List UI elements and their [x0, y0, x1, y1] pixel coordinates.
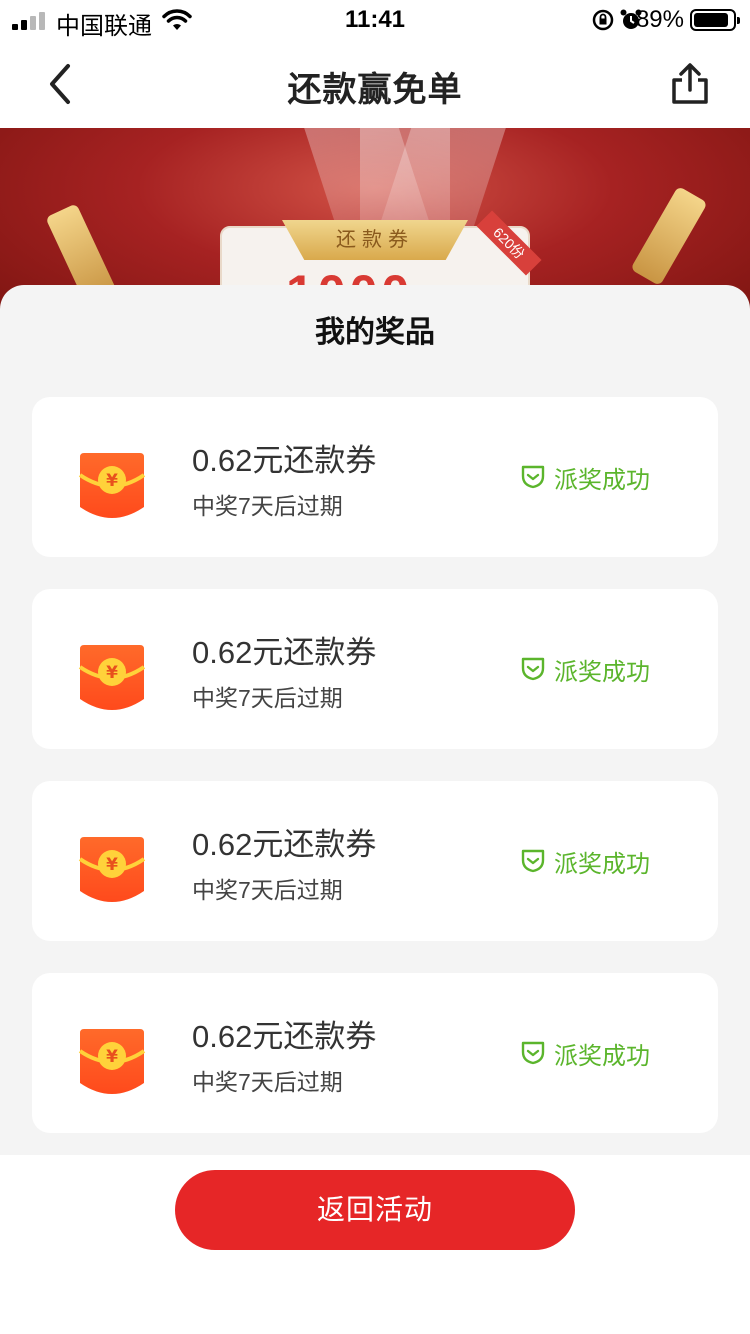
prize-card: ¥ 0.62元还款券 中奖7天后过期 派奖成功 [32, 973, 718, 1133]
ticket-label: 还款券 [282, 220, 468, 260]
share-icon[interactable] [666, 60, 714, 108]
prize-status-label: 派奖成功 [554, 467, 650, 494]
red-envelope-icon: ¥ [78, 453, 146, 518]
page: 中国联通 11:41 89% 还款赢免单 还款券 620份 我的奖品 ¥ 0.6… [0, 0, 750, 1334]
prize-status-label: 派奖成功 [554, 659, 650, 686]
return-to-activity-button[interactable]: 返回活动 [175, 1170, 575, 1250]
svg-text:¥: ¥ [106, 1047, 118, 1067]
red-envelope-icon: ¥ [78, 1029, 146, 1094]
shield-check-icon [521, 465, 545, 489]
page-title: 还款赢免单 [287, 71, 463, 109]
prize-expiry: 中奖7天后过期 [192, 877, 343, 903]
status-bar: 中国联通 11:41 89% [0, 0, 750, 40]
prize-status-label: 派奖成功 [554, 851, 650, 878]
prize-sheet: 我的奖品 ¥ 0.62元还款券 中奖7天后过期 派奖成功 ¥ 0.62元还款券 … [0, 285, 750, 1155]
nav-bar: 还款赢免单 [0, 40, 750, 128]
prize-name: 0.62元还款券 [192, 1019, 377, 1054]
shield-check-icon [521, 1041, 545, 1065]
prize-name: 0.62元还款券 [192, 827, 377, 862]
prize-card: ¥ 0.62元还款券 中奖7天后过期 派奖成功 [32, 781, 718, 941]
prize-card: ¥ 0.62元还款券 中奖7天后过期 派奖成功 [32, 589, 718, 749]
bottom-bar: 返回活动 [0, 1155, 750, 1334]
svg-text:¥: ¥ [106, 855, 118, 875]
red-envelope-icon: ¥ [78, 837, 146, 902]
prize-card: ¥ 0.62元还款券 中奖7天后过期 派奖成功 [32, 397, 718, 557]
prize-expiry: 中奖7天后过期 [192, 685, 343, 711]
prize-expiry: 中奖7天后过期 [192, 493, 343, 519]
prize-name: 0.62元还款券 [192, 635, 377, 670]
battery-percent: 89% [635, 6, 684, 33]
rotation-lock-icon [592, 9, 614, 31]
svg-text:¥: ¥ [106, 471, 118, 491]
ribbon-decoration [630, 185, 708, 287]
sheet-title: 我的奖品 [315, 316, 435, 349]
prize-name: 0.62元还款券 [192, 443, 377, 478]
svg-text:¥: ¥ [106, 663, 118, 683]
shield-check-icon [521, 657, 545, 681]
red-envelope-icon: ¥ [78, 645, 146, 710]
battery-icon [690, 9, 740, 31]
prize-expiry: 中奖7天后过期 [192, 1069, 343, 1095]
prize-status-label: 派奖成功 [554, 1043, 650, 1070]
shield-check-icon [521, 849, 545, 873]
